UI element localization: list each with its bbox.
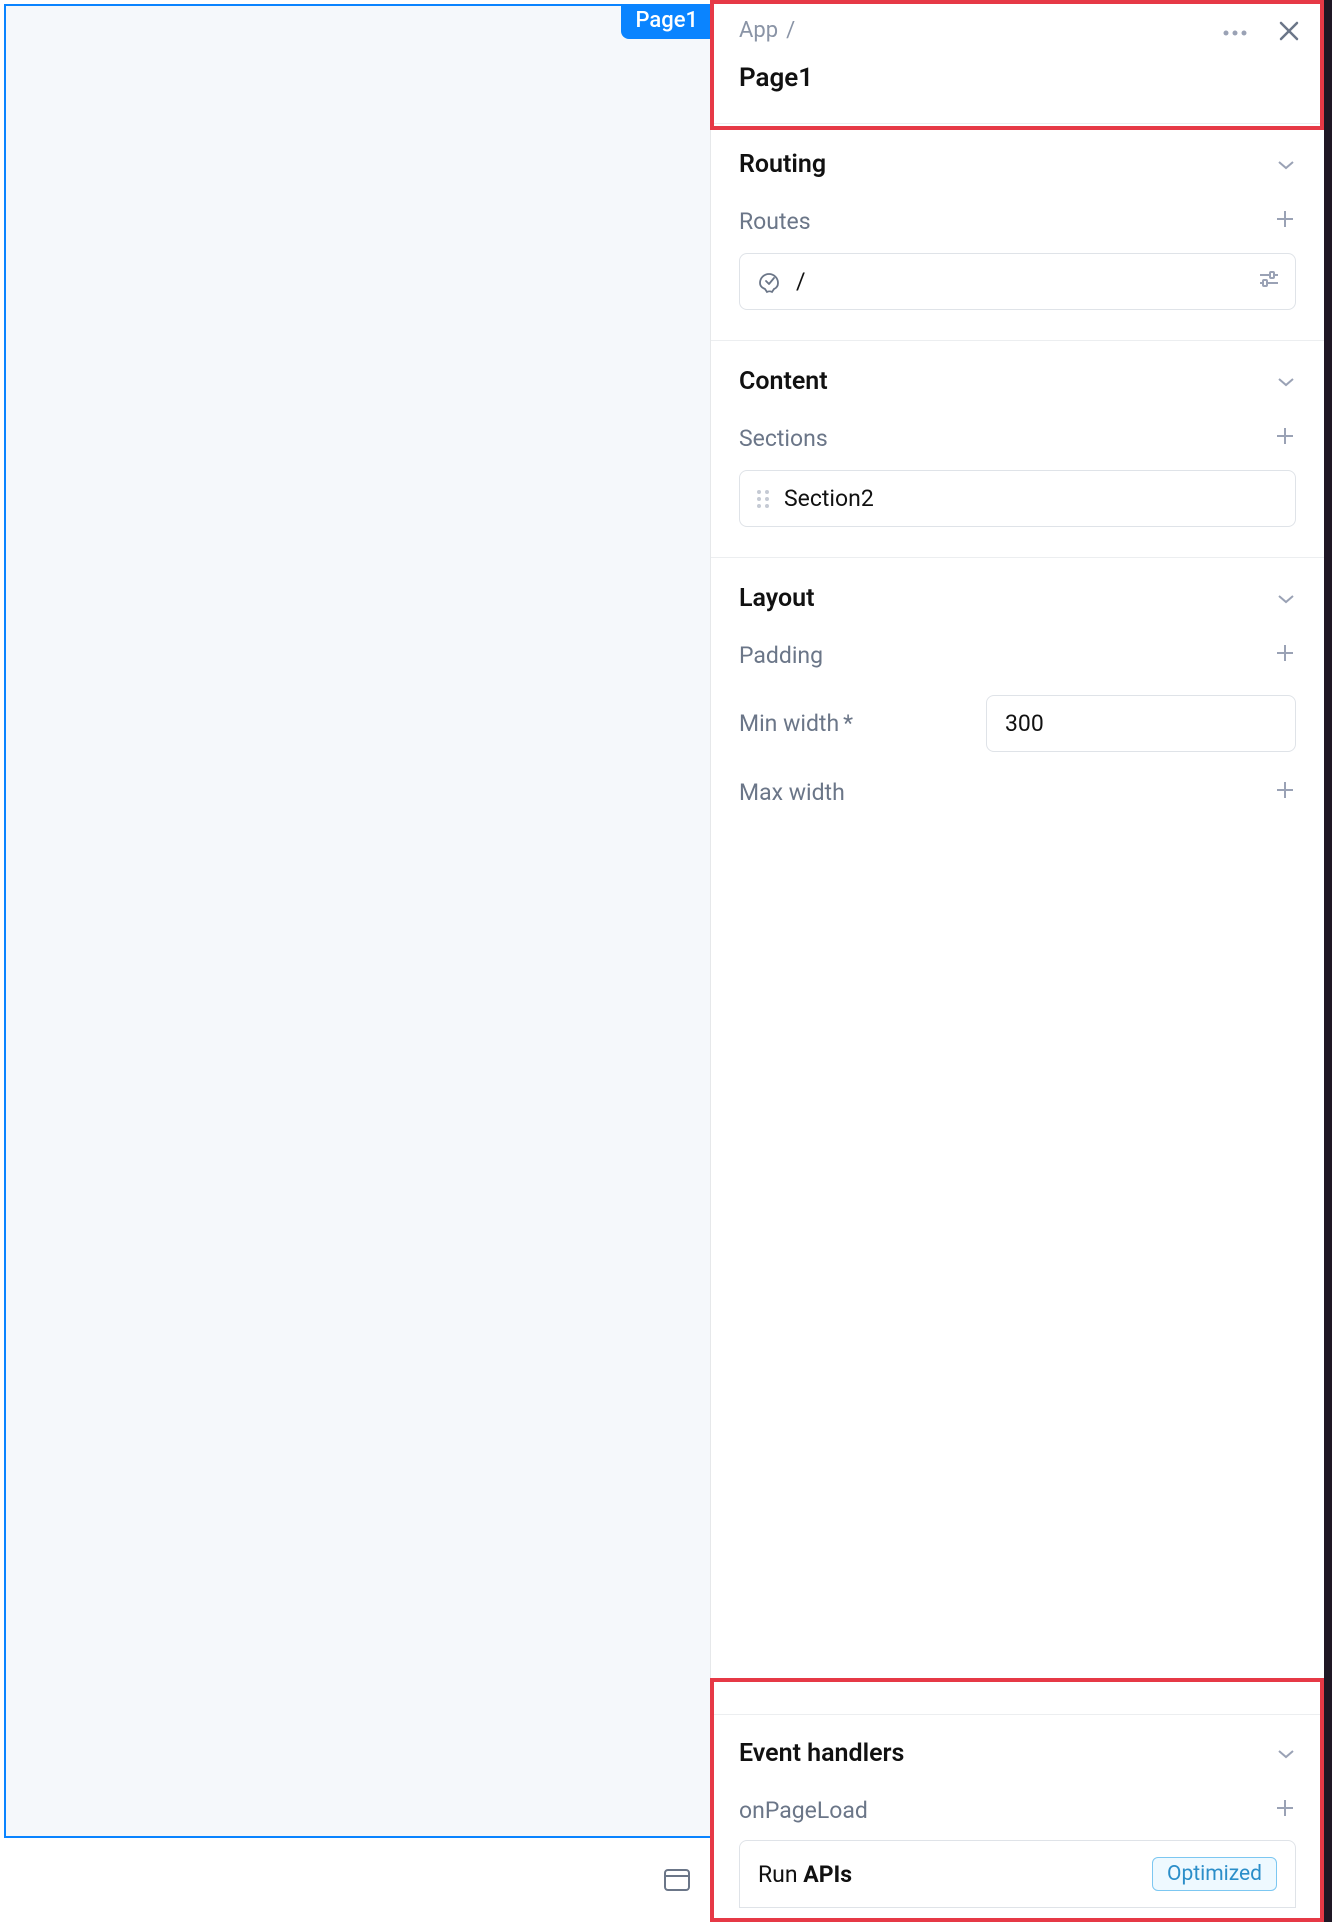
section-name: Section2 xyxy=(784,485,874,512)
plus-icon xyxy=(1274,207,1296,235)
sections-label-row: Sections xyxy=(739,424,1296,452)
event-handler-entry[interactable]: Run APIs Optimized xyxy=(739,1840,1296,1908)
maxwidth-row: Max width xyxy=(739,778,1296,806)
maxwidth-label: Max width xyxy=(739,779,845,806)
add-section-button[interactable] xyxy=(1274,424,1296,452)
chevron-down-icon xyxy=(1276,1748,1296,1760)
layout-title: Layout xyxy=(739,584,815,613)
drag-handle-icon[interactable] xyxy=(756,488,770,510)
chevron-down-icon xyxy=(1276,376,1296,388)
properties-panel: App / Page1 Routing Routes xyxy=(710,0,1332,1922)
viewport-icon[interactable] xyxy=(664,1869,690,1891)
content-header[interactable]: Content xyxy=(739,367,1296,396)
sections-label: Sections xyxy=(739,425,828,452)
route-entry[interactable]: / xyxy=(739,253,1296,310)
add-maxwidth-button[interactable] xyxy=(1274,778,1296,806)
events-title: Event handlers xyxy=(739,1739,904,1768)
events-header[interactable]: Event handlers xyxy=(739,1739,1296,1768)
routes-label-row: Routes xyxy=(739,207,1296,235)
route-settings-button[interactable] xyxy=(1257,267,1281,297)
minwidth-label: Min width* xyxy=(739,710,853,737)
event-handler-label: Run APIs xyxy=(758,1861,852,1888)
padding-label: Padding xyxy=(739,642,823,669)
onpageload-label-row: onPageLoad xyxy=(739,1796,1296,1824)
canvas-bottom-bar xyxy=(0,1840,712,1920)
section-entry[interactable]: Section2 xyxy=(739,470,1296,527)
event-handlers-section: Event handlers onPageLoad Run APIs Optim… xyxy=(711,1714,1324,1922)
close-button[interactable] xyxy=(1276,18,1302,48)
content-title: Content xyxy=(739,367,828,396)
optimized-badge: Optimized xyxy=(1152,1857,1277,1891)
add-padding-button[interactable] xyxy=(1274,641,1296,669)
page-title: Page1 xyxy=(739,63,1298,93)
add-event-handler-button[interactable] xyxy=(1274,1796,1296,1824)
layout-header[interactable]: Layout xyxy=(739,584,1296,613)
panel-header: App / Page1 xyxy=(711,0,1324,124)
plus-icon xyxy=(1274,641,1296,669)
close-icon xyxy=(1278,20,1300,46)
sliders-icon xyxy=(1257,267,1281,297)
routing-header[interactable]: Routing xyxy=(739,150,1296,179)
more-horizontal-icon xyxy=(1222,26,1248,41)
canvas-area[interactable]: Page1 xyxy=(4,4,712,1838)
breadcrumb-separator: / xyxy=(786,18,795,43)
breadcrumb-root[interactable]: App xyxy=(739,18,778,43)
add-route-button[interactable] xyxy=(1274,207,1296,235)
canvas-selection-badge[interactable]: Page1 xyxy=(621,4,712,39)
breadcrumb[interactable]: App / xyxy=(739,18,1298,43)
routes-label: Routes xyxy=(739,208,811,235)
chevron-down-icon xyxy=(1276,593,1296,605)
chevron-down-icon xyxy=(1276,159,1296,171)
layout-section: Layout Padding Min width* Max width xyxy=(711,558,1324,1714)
route-value: / xyxy=(796,268,806,295)
onpageload-label: onPageLoad xyxy=(739,1797,868,1824)
plus-icon xyxy=(1274,1796,1296,1824)
route-icon xyxy=(756,269,782,295)
plus-icon xyxy=(1274,424,1296,452)
content-section: Content Sections Section2 xyxy=(711,341,1324,558)
plus-icon xyxy=(1274,778,1296,806)
more-options-button[interactable] xyxy=(1220,24,1250,43)
routing-section: Routing Routes / xyxy=(711,124,1324,341)
minwidth-row: Min width* xyxy=(739,695,1296,752)
minwidth-input[interactable] xyxy=(986,695,1296,752)
header-actions xyxy=(1220,18,1302,48)
routing-title: Routing xyxy=(739,150,826,179)
padding-row: Padding xyxy=(739,641,1296,669)
